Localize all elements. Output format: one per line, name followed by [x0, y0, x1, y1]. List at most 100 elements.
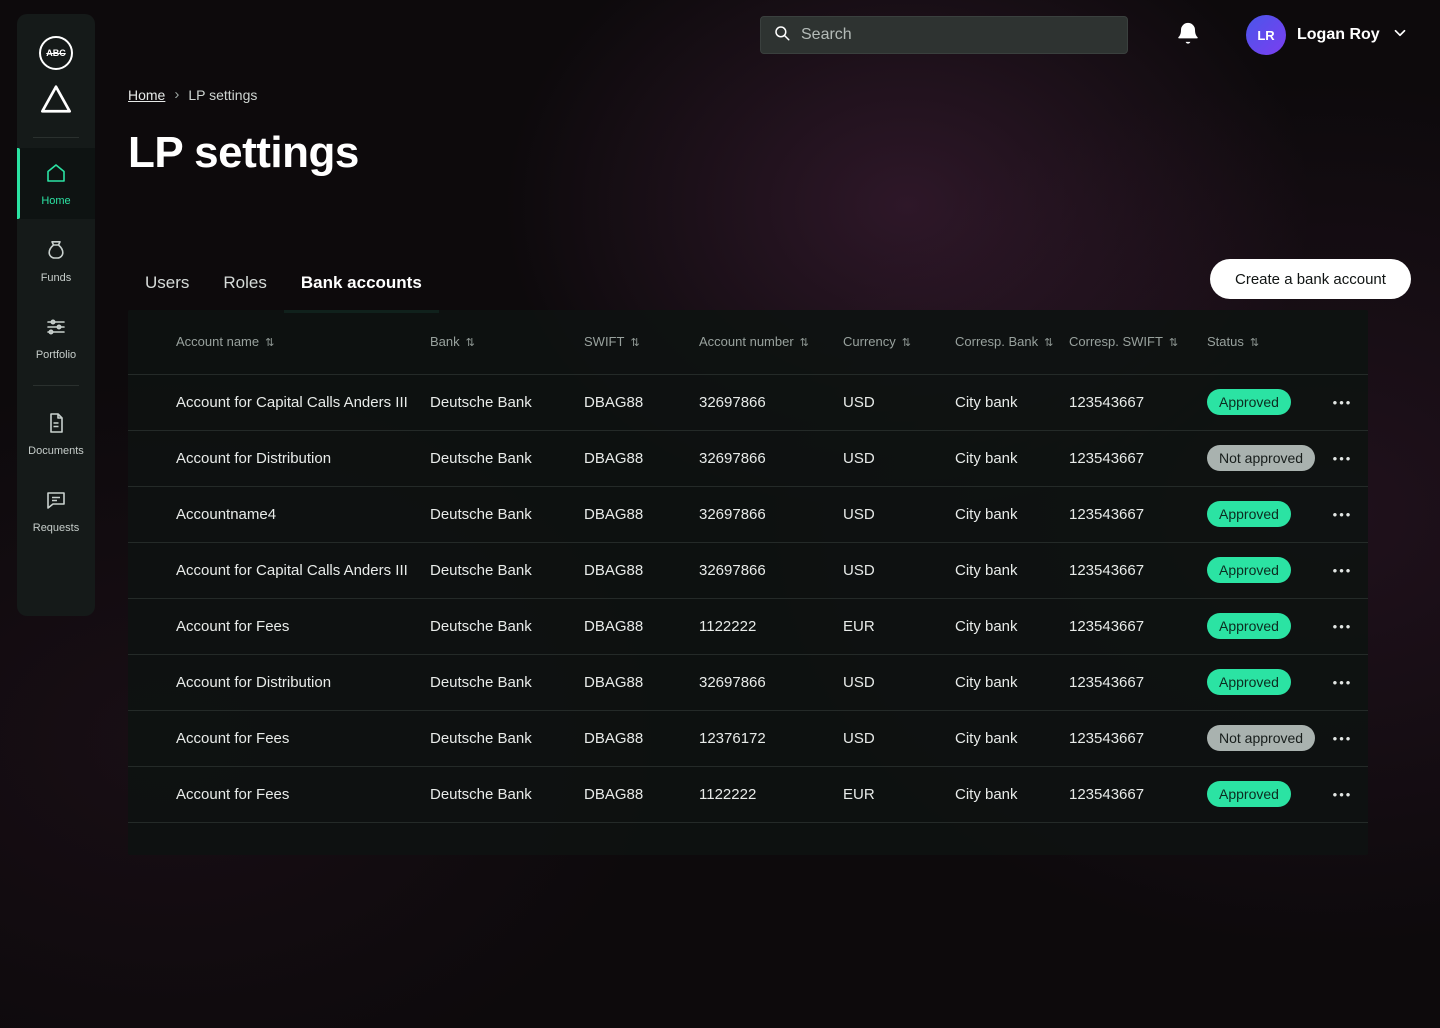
- status-cell: Approved: [1207, 765, 1317, 823]
- sidebar-item-label: Home: [41, 195, 71, 207]
- avatar-initials: LR: [1257, 27, 1275, 43]
- table-cell: USD: [843, 709, 955, 766]
- table-cell: EUR: [843, 765, 955, 823]
- sidebar-item-label: Documents: [28, 445, 84, 457]
- breadcrumb-home-link[interactable]: Home: [128, 87, 165, 103]
- table-cell: DBAG88: [584, 709, 699, 766]
- column-header-bank[interactable]: Bank ⇅: [430, 310, 584, 374]
- status-badge: Not approved: [1207, 725, 1316, 751]
- table-row: Account for Fees Deutsche Bank DBAG88 11222…: [128, 597, 1368, 654]
- table-cell: 1122222: [699, 765, 843, 823]
- row-actions-button[interactable]: •••: [1333, 395, 1353, 410]
- sort-icon: ⇅: [799, 337, 809, 350]
- sidebar-item-label: Funds: [40, 272, 72, 284]
- user-name: Logan Roy: [1297, 26, 1380, 43]
- table-cell: USD: [843, 485, 955, 542]
- table-row: Account for Fees Deutsche Bank DBAG88 11222…: [128, 765, 1368, 823]
- table-cell: DBAG88: [584, 653, 699, 710]
- sidebar-item-requests[interactable]: Requests: [17, 475, 95, 546]
- sort-icon: ⇅: [1249, 337, 1260, 350]
- row-actions-button[interactable]: •••: [1333, 563, 1353, 578]
- breadcrumb-current: LP settings: [188, 86, 258, 103]
- column-header-swift[interactable]: SWIFT ⇅: [584, 310, 699, 374]
- column-header-actions: [1317, 310, 1368, 374]
- table-cell: USD: [843, 653, 955, 710]
- table-cell: USD: [843, 429, 955, 486]
- table-cell: 123543667: [1069, 709, 1207, 766]
- status-cell: Approved: [1207, 541, 1317, 598]
- row-actions-button[interactable]: •••: [1333, 675, 1353, 690]
- sort-icon: ⇅: [901, 337, 911, 350]
- column-header-status[interactable]: Status ⇅: [1207, 310, 1317, 374]
- table-cell: 123543667: [1069, 485, 1207, 542]
- actions-cell: •••: [1317, 485, 1368, 542]
- brand-logo-text: ABC: [46, 48, 66, 58]
- status-badge: Approved: [1207, 781, 1291, 807]
- table-cell: Deutsche Bank: [430, 429, 584, 486]
- table-cell: Account for Distribution: [128, 429, 430, 486]
- row-actions-button[interactable]: •••: [1333, 507, 1353, 522]
- table-cell: Account for Fees: [128, 597, 430, 654]
- actions-cell: •••: [1317, 765, 1368, 823]
- table-cell: 32697866: [699, 653, 843, 710]
- row-actions-button[interactable]: •••: [1333, 451, 1353, 466]
- column-header-account-number[interactable]: Account number ⇅: [699, 310, 843, 374]
- status-cell: Approved: [1207, 373, 1317, 430]
- sort-icon: ⇅: [265, 337, 275, 350]
- status-badge: Approved: [1207, 389, 1291, 415]
- tab-roles[interactable]: Roles: [206, 261, 283, 313]
- portfolio-icon: [44, 315, 68, 342]
- sidebar: ABC Home Funds Portfolio Documents Reque…: [17, 14, 95, 616]
- delta-logo-icon[interactable]: [39, 84, 73, 119]
- table-cell: DBAG88: [584, 765, 699, 823]
- user-menu[interactable]: LR Logan Roy: [1246, 15, 1409, 55]
- column-header-account-name[interactable]: Account name ⇅: [128, 310, 430, 374]
- actions-cell: •••: [1317, 541, 1368, 598]
- table-cell: Deutsche Bank: [430, 653, 584, 710]
- column-header-corresp-swift[interactable]: Corresp. SWIFT ⇅: [1069, 310, 1207, 374]
- brand-logo[interactable]: ABC: [39, 36, 73, 70]
- column-header-currency[interactable]: Currency ⇅: [843, 310, 955, 374]
- sidebar-item-label: Requests: [32, 522, 80, 534]
- sidebar-item-home[interactable]: Home: [17, 148, 95, 219]
- status-cell: Not approved: [1207, 709, 1317, 766]
- table-cell: Account for Capital Calls Anders III: [128, 541, 430, 598]
- table-cell: 123543667: [1069, 597, 1207, 654]
- column-header-corresp-bank[interactable]: Corresp. Bank ⇅: [955, 310, 1069, 374]
- table-cell: Deutsche Bank: [430, 709, 584, 766]
- chevron-right-icon: ›: [174, 86, 180, 103]
- search-input[interactable]: [801, 26, 1115, 44]
- sidebar-item-documents[interactable]: Documents: [17, 398, 95, 469]
- status-badge: Approved: [1207, 669, 1291, 695]
- sort-icon: ⇅: [1044, 337, 1054, 350]
- sidebar-item-funds[interactable]: Funds: [17, 225, 95, 296]
- table-cell: 32697866: [699, 373, 843, 430]
- table-cell: Account for Fees: [128, 765, 430, 823]
- notifications-button[interactable]: [1172, 19, 1204, 51]
- table-cell: City bank: [955, 429, 1069, 486]
- sort-icon: ⇅: [465, 337, 475, 350]
- table-cell: DBAG88: [584, 541, 699, 598]
- sidebar-divider: [33, 137, 79, 138]
- sidebar-item-portfolio[interactable]: Portfolio: [17, 302, 95, 373]
- status-badge: Approved: [1207, 557, 1291, 583]
- table-cell: Account for Capital Calls Anders III: [128, 373, 430, 430]
- row-actions-button[interactable]: •••: [1333, 787, 1353, 802]
- requests-icon: [44, 488, 68, 515]
- table-cell: Deutsche Bank: [430, 373, 584, 430]
- tab-bank-accounts[interactable]: Bank accounts: [283, 261, 439, 313]
- table-cell: 123543667: [1069, 373, 1207, 430]
- sidebar-item-label: Portfolio: [35, 349, 77, 361]
- actions-cell: •••: [1317, 653, 1368, 710]
- table-body: Account for Capital Calls Anders III Deut…: [128, 373, 1368, 823]
- create-bank-account-button[interactable]: Create a bank account: [1210, 259, 1411, 299]
- status-badge: Not approved: [1207, 445, 1316, 471]
- actions-cell: •••: [1317, 709, 1368, 766]
- status-cell: Approved: [1207, 653, 1317, 710]
- tab-users[interactable]: Users: [128, 261, 206, 313]
- table-row: Account for Capital Calls Anders III Deut…: [128, 541, 1368, 598]
- table-row: Account for Distribution Deutsche Bank DBA…: [128, 429, 1368, 486]
- row-actions-button[interactable]: •••: [1333, 619, 1353, 634]
- row-actions-button[interactable]: •••: [1333, 731, 1353, 746]
- table-cell: City bank: [955, 373, 1069, 430]
